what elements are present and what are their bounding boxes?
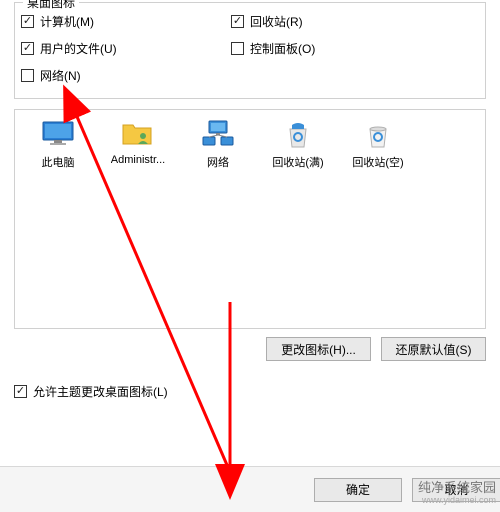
checkbox-user-files[interactable]: 用户的文件(U) bbox=[21, 40, 231, 57]
checkbox-label: 计算机(M) bbox=[40, 13, 94, 30]
checkbox-network[interactable]: 网络(N) bbox=[21, 67, 231, 84]
ok-button[interactable]: 确定 bbox=[314, 478, 402, 502]
checkbox-recycle-bin[interactable]: 回收站(R) bbox=[231, 13, 315, 30]
icon-label: 此电脑 bbox=[42, 154, 75, 170]
checkbox-icon bbox=[231, 15, 244, 28]
recycle-empty-icon bbox=[359, 118, 397, 150]
checkbox-control-panel[interactable]: 控制面板(O) bbox=[231, 40, 315, 57]
checkbox-icon bbox=[231, 42, 244, 55]
restore-default-button[interactable]: 还原默认值(S) bbox=[381, 337, 486, 361]
checkbox-label: 控制面板(O) bbox=[250, 40, 315, 57]
icon-network[interactable]: 网络 bbox=[179, 118, 257, 170]
icon-administrator[interactable]: Administr... bbox=[99, 118, 177, 166]
fieldset-legend: 桌面图标 bbox=[23, 0, 79, 11]
icon-recycle-empty[interactable]: 回收站(空) bbox=[339, 118, 417, 170]
icon-label: Administr... bbox=[111, 154, 165, 166]
desktop-icons-fieldset: 桌面图标 计算机(M) 用户的文件(U) 网络(N) bbox=[14, 2, 486, 99]
checkbox-label: 允许主题更改桌面图标(L) bbox=[33, 383, 168, 400]
checkbox-icon bbox=[21, 42, 34, 55]
checkbox-label: 网络(N) bbox=[40, 67, 81, 84]
checkbox-icon bbox=[14, 385, 27, 398]
icon-label: 回收站(空) bbox=[352, 154, 403, 170]
checkbox-allow-theme[interactable]: 允许主题更改桌面图标(L) bbox=[14, 383, 486, 400]
checkbox-icon bbox=[21, 15, 34, 28]
checkbox-label: 回收站(R) bbox=[250, 13, 303, 30]
checkbox-label: 用户的文件(U) bbox=[40, 40, 117, 57]
icon-label: 回收站(满) bbox=[272, 154, 323, 170]
icon-recycle-full[interactable]: 回收站(满) bbox=[259, 118, 337, 170]
checkbox-computer[interactable]: 计算机(M) bbox=[21, 13, 231, 30]
folder-user-icon bbox=[119, 118, 157, 150]
network-icon bbox=[199, 118, 237, 150]
checkbox-icon bbox=[21, 69, 34, 82]
change-icon-button[interactable]: 更改图标(H)... bbox=[266, 337, 371, 361]
cancel-button[interactable]: 取消 bbox=[412, 478, 500, 502]
icon-preview-panel: 此电脑 Administr... bbox=[14, 109, 486, 329]
icon-label: 网络 bbox=[207, 154, 229, 170]
recycle-full-icon bbox=[279, 118, 317, 150]
monitor-icon bbox=[39, 118, 77, 150]
dialog-button-bar: 确定 取消 bbox=[0, 466, 500, 512]
icon-this-pc[interactable]: 此电脑 bbox=[19, 118, 97, 170]
